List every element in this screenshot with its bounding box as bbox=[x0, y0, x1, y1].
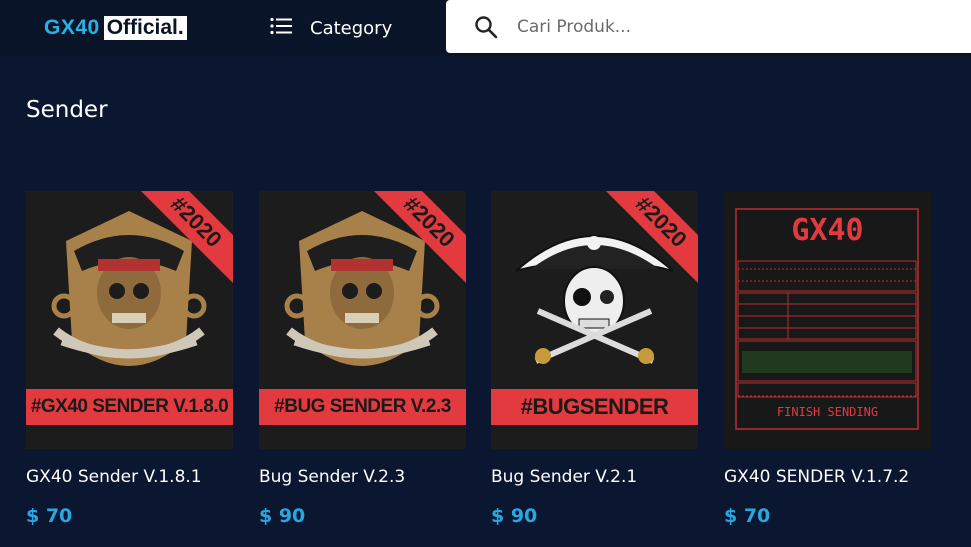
product-name[interactable]: Bug Sender V.2.1 bbox=[491, 467, 698, 487]
product-image[interactable]: #2020 #BUG SENDER V.2.3 bbox=[259, 191, 466, 449]
logo-primary-text: GX40 bbox=[44, 16, 100, 39]
product-price: $ 70 bbox=[26, 505, 73, 527]
product-card[interactable]: #2020 #BUGSENDER Bug Sender V.2.1 $ 90 bbox=[491, 191, 698, 527]
section-title: Sender bbox=[26, 97, 108, 123]
product-card[interactable]: GX40 FINISH SENDING GX40 SENDER V.1.7.2 … bbox=[724, 191, 931, 527]
product-banner: #GX40 SENDER V.1.8.0 bbox=[26, 389, 233, 425]
product-banner: #BUGSENDER bbox=[491, 389, 698, 425]
logo-secondary-text: Official. bbox=[103, 16, 187, 40]
search-input[interactable] bbox=[517, 12, 947, 42]
product-name[interactable]: GX40 SENDER V.1.7.2 bbox=[724, 467, 931, 487]
product-name[interactable]: Bug Sender V.2.3 bbox=[259, 467, 466, 487]
product-image[interactable]: GX40 FINISH SENDING bbox=[724, 191, 931, 449]
product-image[interactable]: #2020 #BUGSENDER bbox=[491, 191, 698, 449]
product-name[interactable]: GX40 Sender V.1.8.1 bbox=[26, 467, 233, 487]
search-icon[interactable] bbox=[474, 15, 498, 43]
site-logo[interactable]: GX40 Official. bbox=[44, 16, 187, 40]
category-menu-button[interactable]: Category bbox=[270, 16, 392, 40]
product-price: $ 90 bbox=[259, 505, 306, 527]
product-banner: #BUG SENDER V.2.3 bbox=[259, 389, 466, 425]
terminal-footer: FINISH SENDING bbox=[776, 405, 879, 419]
category-label: Category bbox=[310, 17, 393, 39]
product-card[interactable]: #2020 #BUG SENDER V.2.3 Bug Sender V.2.3… bbox=[259, 191, 466, 527]
product-card[interactable]: #2020 #GX40 SENDER V.1.8.0 GX40 Sender V… bbox=[26, 191, 233, 527]
search-bar bbox=[446, 0, 971, 53]
product-price: $ 90 bbox=[491, 505, 538, 527]
product-price: $ 70 bbox=[724, 505, 771, 527]
product-image[interactable]: #2020 #GX40 SENDER V.1.8.0 bbox=[26, 191, 233, 449]
top-navigation-bar: GX40 Official. Category bbox=[0, 0, 971, 56]
terminal-title: GX40 bbox=[791, 213, 864, 248]
list-icon bbox=[270, 17, 292, 39]
